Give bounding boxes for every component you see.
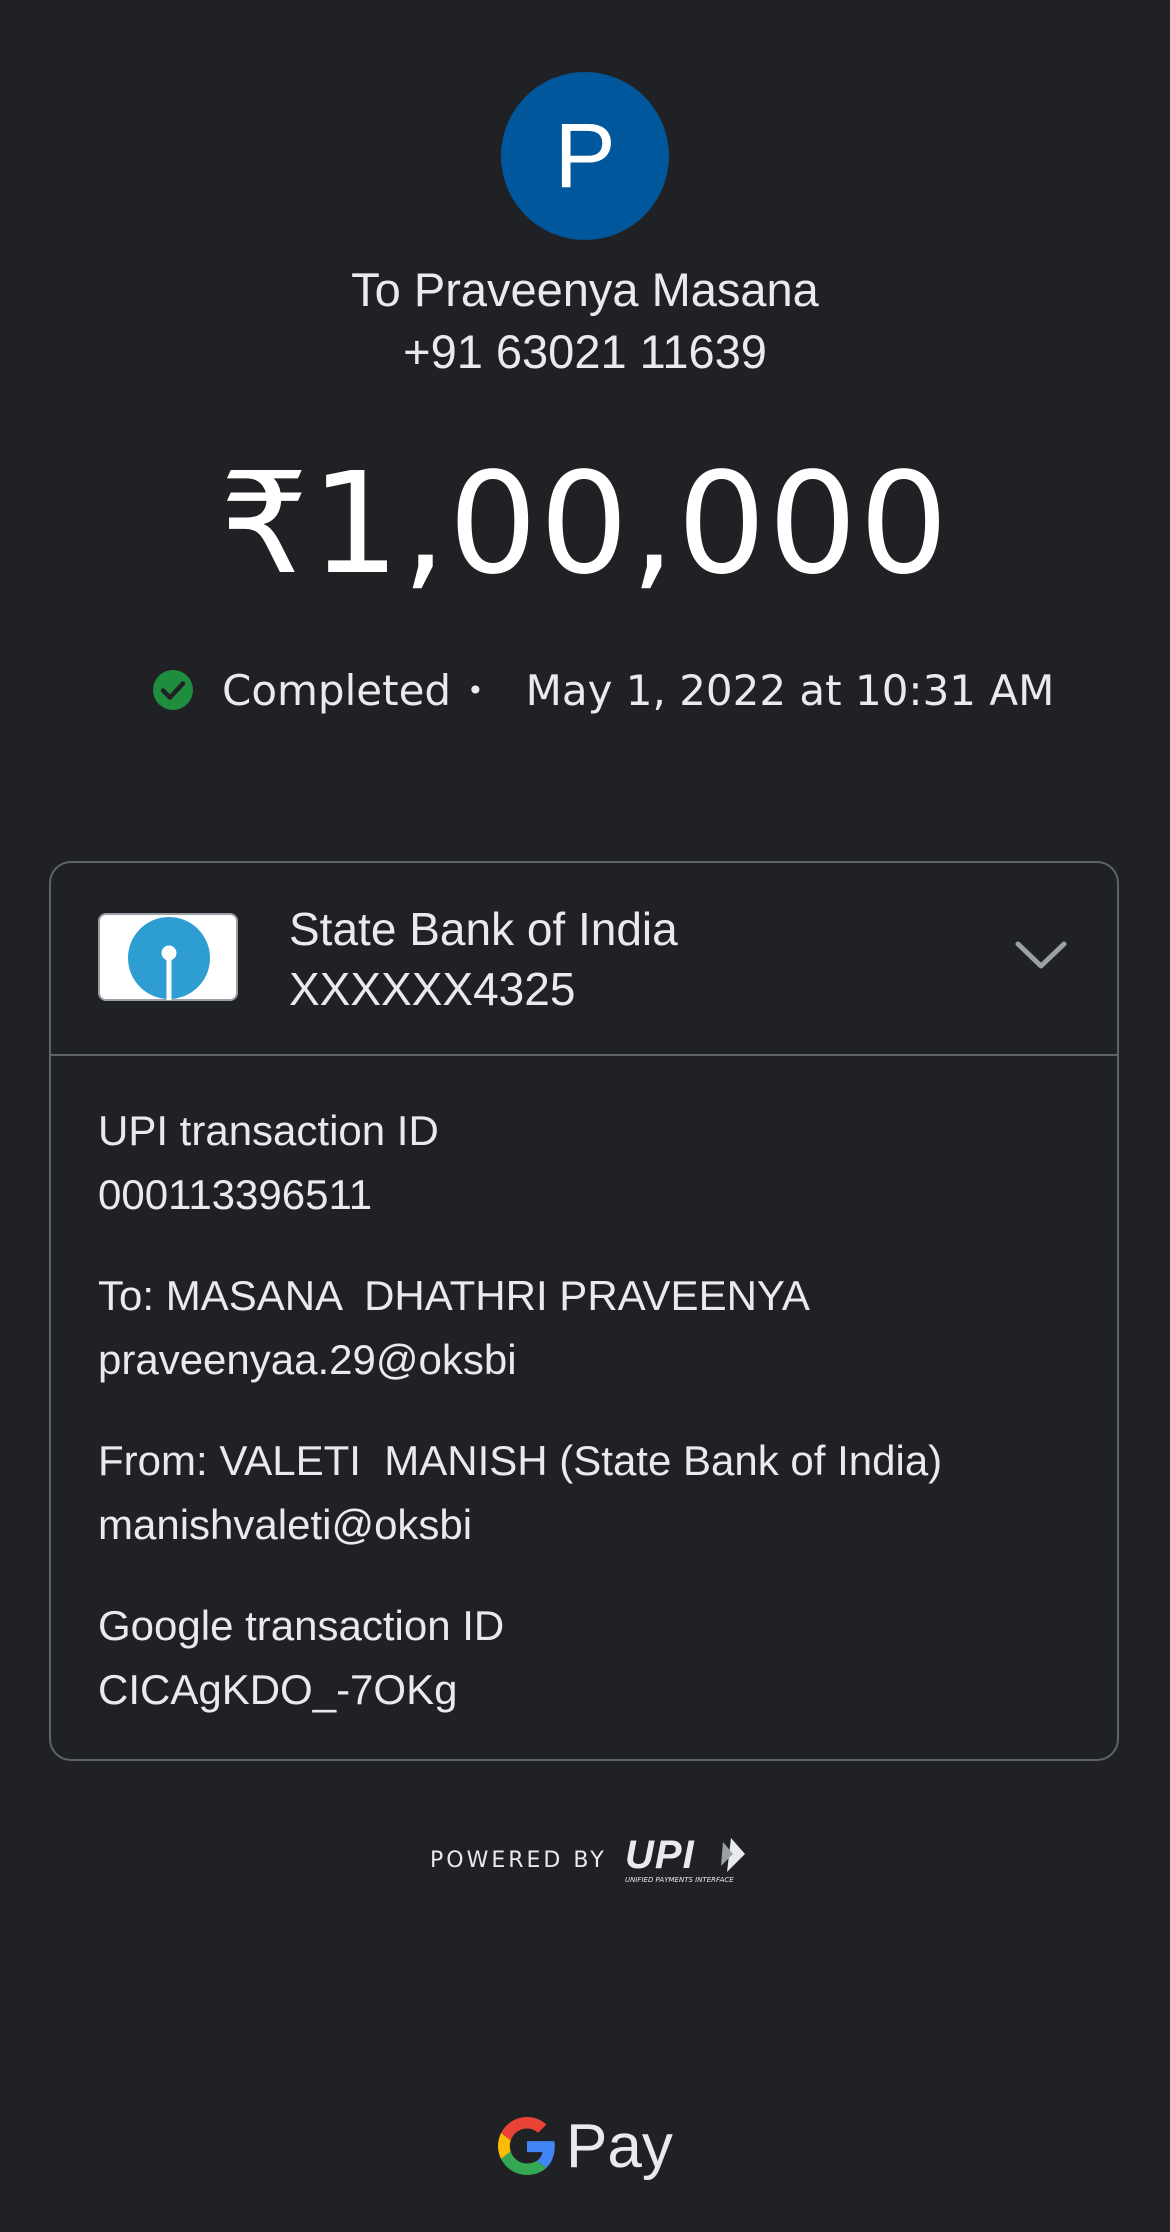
to-recipient-detail: To: MASANA DHATHRI PRAVEENYA praveenyaa.…: [98, 1268, 942, 1433]
payment-amount: ₹1,00,000: [219, 443, 951, 606]
upi-transaction-id: UPI transaction ID 000113396511: [98, 1103, 942, 1268]
upi-logo-icon: UPI UNIFIED PAYMENTS INTERFACE: [625, 1833, 745, 1884]
bank-name: State Bank of India: [289, 903, 678, 955]
powered-by-upi: POWERED BY UPI UNIFIED PAYMENTS INTERFAC…: [430, 1832, 753, 1888]
transaction-details-card: State Bank of India XXXXXX4325 UPI trans…: [49, 861, 1119, 1761]
sbi-logo-icon: [98, 913, 238, 1001]
detail-value[interactable]: manishvaleti@oksbi: [98, 1497, 942, 1553]
from-sender-detail: From: VALETI MANISH (State Bank of India…: [98, 1433, 942, 1598]
chevron-down-icon[interactable]: [1013, 935, 1069, 975]
upi-logo-text: UPI: [625, 1833, 695, 1877]
google-g-icon: [498, 2117, 555, 2175]
detail-label: UPI transaction ID: [98, 1107, 439, 1154]
detail-value[interactable]: CICAgKDO_-7OKg: [98, 1662, 942, 1718]
recipient-phone: +91 63021 11639: [403, 325, 767, 378]
status-text: Completed: [222, 665, 452, 715]
detail-label: From: VALETI MANISH (State Bank of India…: [98, 1437, 943, 1484]
detail-label: To: MASANA DHATHRI PRAVEENYA: [98, 1272, 810, 1319]
detail-label: Google transaction ID: [98, 1602, 505, 1649]
transaction-details: UPI transaction ID 000113396511 To: MASA…: [98, 1103, 942, 1763]
recipient-avatar: P: [501, 72, 669, 240]
status-separator: •: [467, 673, 484, 707]
avatar-initial: P: [554, 104, 616, 207]
bank-account-number: XXXXXX4325: [289, 963, 576, 1015]
bank-account-row[interactable]: State Bank of India XXXXXX4325: [51, 863, 1117, 1056]
detail-value[interactable]: praveenyaa.29@oksbi: [98, 1332, 942, 1388]
google-pay-logo: Pay: [498, 2108, 673, 2184]
powered-by-text: POWERED BY: [430, 1847, 607, 1873]
payment-datetime: May 1, 2022 at 10:31 AM: [525, 665, 1055, 715]
upi-logo-subtext: UNIFIED PAYMENTS INTERFACE: [625, 1876, 734, 1884]
google-transaction-id: Google transaction ID CICAgKDO_-7OKg: [98, 1598, 942, 1763]
check-circle-icon: [153, 670, 193, 710]
pay-wordmark: Pay: [566, 2111, 673, 2181]
status-row: Completed • May 1, 2022 at 10:31 AM: [152, 660, 1054, 720]
recipient-name: To Praveenya Masana: [351, 263, 819, 316]
detail-value[interactable]: 000113396511: [98, 1167, 942, 1223]
